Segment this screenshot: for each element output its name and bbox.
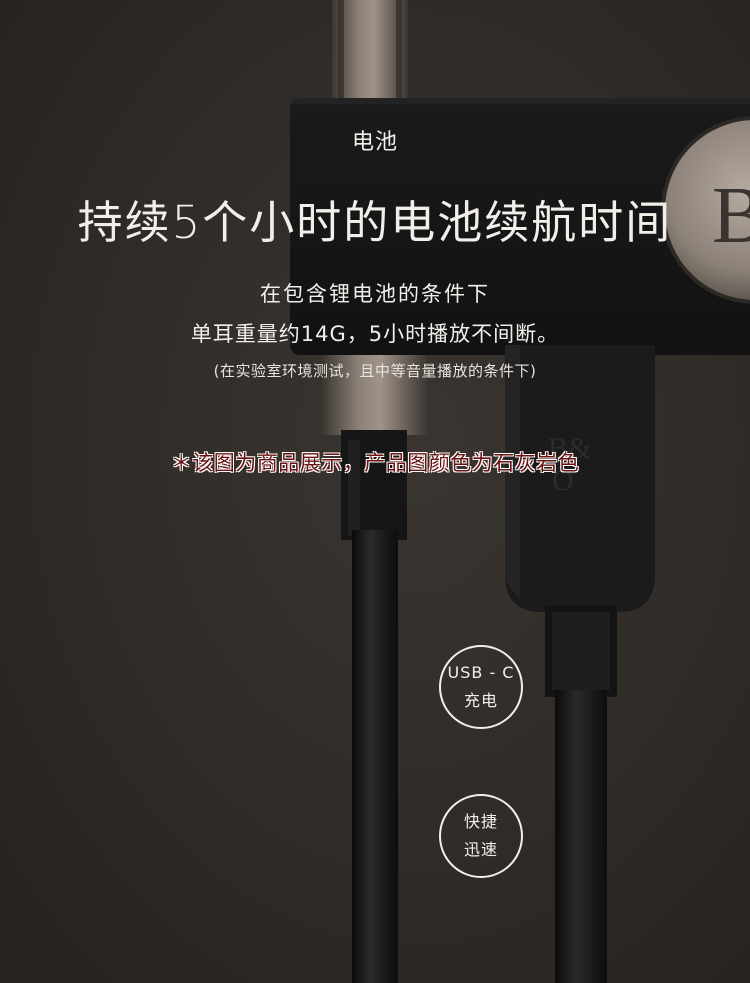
right-cable <box>555 690 607 983</box>
badge-line-1: 快捷 <box>463 812 498 831</box>
description-line-2: 单耳重量约14G，5小时播放不间断。 <box>190 322 560 346</box>
fast-charging-badge: 快捷 迅速 <box>439 794 523 878</box>
description-line-1: 在包含锂电池的条件下 <box>260 282 490 306</box>
product-photo-section: B B& O 电池 持续5个小时的电池续航时间 在包含锂电池的条件下 单耳重量约… <box>0 0 750 983</box>
badge-line-2: 充电 <box>463 691 498 710</box>
usb-c-connector-body <box>505 345 655 612</box>
test-condition-note: (在实验室环境测试，且中等音量播放的条件下) <box>213 362 537 380</box>
badge-line-2: 迅速 <box>463 840 498 859</box>
left-cable <box>352 530 398 983</box>
lower-metal-band <box>322 345 428 435</box>
badge-line-1: USB - C <box>447 663 515 682</box>
color-disclaimer: ＊该图为商品展示，产品图颜色为石灰岩色 <box>170 451 580 475</box>
section-label: 电池 <box>351 130 398 155</box>
headline: 持续5个小时的电池续航时间 <box>77 196 673 249</box>
usb-c-charging-badge: USB - C 充电 <box>439 645 523 729</box>
